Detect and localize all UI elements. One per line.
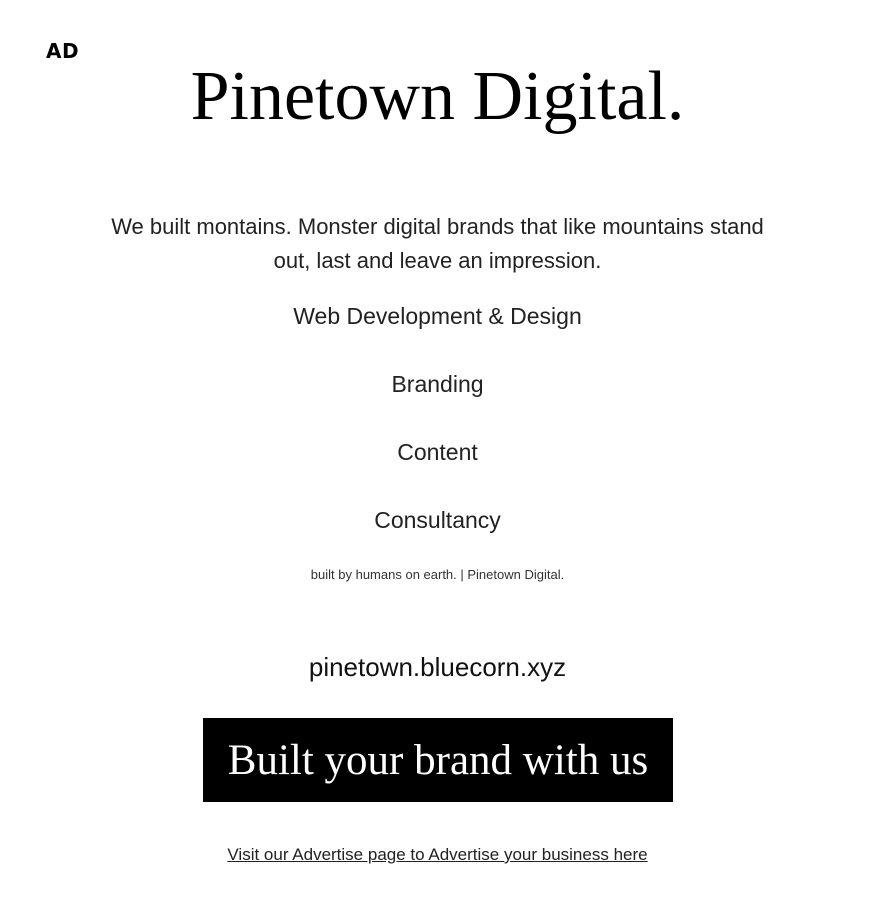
service-branding: Branding (391, 371, 484, 397)
footer-note: built by humans on earth. | Pinetown Dig… (310, 567, 565, 582)
service-consultancy: Consultancy (374, 507, 501, 533)
website-domain: pinetown.bluecorn.xyz (308, 652, 567, 682)
advertise-link[interactable]: Visit our Advertise page to Advertise yo… (0, 844, 875, 866)
service-content: Content (397, 439, 478, 465)
tagline: We built montains. Monster digital brand… (111, 214, 764, 273)
service-web-development: Web Development & Design (293, 303, 582, 329)
build-brand-button[interactable]: Built your brand with us (203, 718, 673, 802)
brand-title: Pinetown Digital. (190, 58, 685, 135)
